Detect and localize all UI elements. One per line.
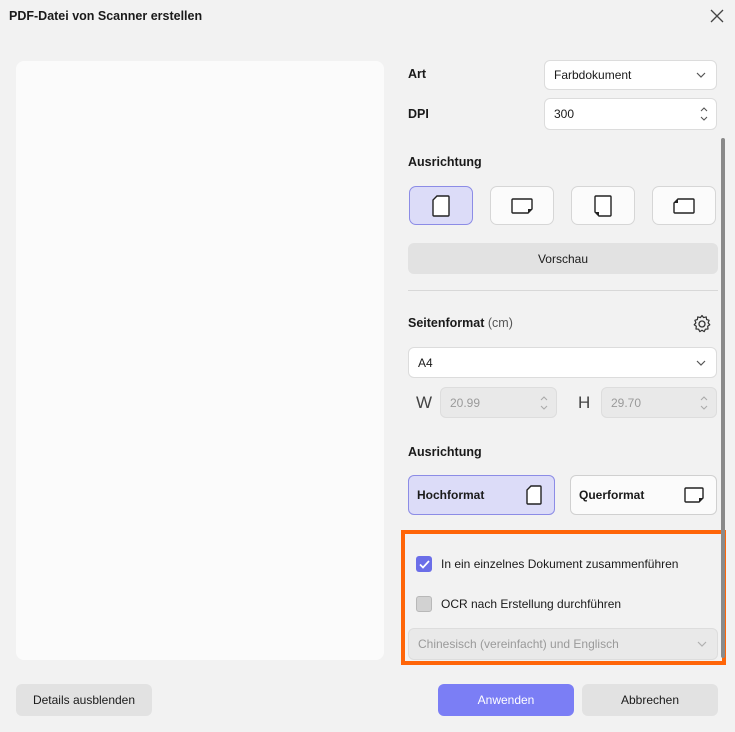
portrait-flipped-page-icon xyxy=(594,194,612,217)
landscape-page-icon xyxy=(511,197,533,214)
height-input[interactable]: 29.70 xyxy=(601,387,717,418)
window-title: PDF-Datei von Scanner erstellen xyxy=(9,9,203,23)
scan-orientation-label: Ausrichtung xyxy=(408,155,482,169)
page-size-select[interactable]: A4 xyxy=(408,347,717,378)
width-input[interactable]: 20.99 xyxy=(440,387,557,418)
landscape-flipped-page-icon xyxy=(673,197,695,214)
spin-arrows-icon xyxy=(700,395,708,410)
width-label: W xyxy=(416,393,433,412)
chevron-down-icon xyxy=(697,641,707,647)
spin-arrows-icon[interactable] xyxy=(700,106,708,122)
merge-checkbox-row[interactable]: In ein einzelnes Dokument zusammenführen xyxy=(416,556,678,572)
title-bar: PDF-Datei von Scanner erstellen xyxy=(0,0,735,34)
close-button[interactable] xyxy=(705,5,729,27)
height-value: 29.70 xyxy=(611,395,642,410)
width-value: 20.99 xyxy=(450,395,481,410)
page-format-title: Seitenformat xyxy=(408,316,485,330)
ocr-language-select[interactable]: Chinesisch (vereinfacht) und Englisch xyxy=(408,628,718,660)
preview-button[interactable]: Vorschau xyxy=(408,243,718,274)
ocr-language-value: Chinesisch (vereinfacht) und Englisch xyxy=(418,637,619,651)
close-icon xyxy=(710,9,724,23)
orientation-landscape-button[interactable] xyxy=(490,186,554,225)
landscape-format-label: Querformat xyxy=(579,488,645,502)
ocr-checkbox[interactable] xyxy=(416,596,432,612)
portrait-format-button[interactable]: Hochformat xyxy=(408,475,555,515)
type-value: Farbdokument xyxy=(554,68,632,82)
page-format-unit: (cm) xyxy=(487,316,513,330)
merge-label: In ein einzelnes Dokument zusammenführen xyxy=(441,557,679,571)
portrait-format-label: Hochformat xyxy=(417,488,485,502)
portrait-page-icon xyxy=(526,485,542,505)
checkmark-icon xyxy=(418,559,430,569)
scrollbar[interactable] xyxy=(721,138,725,658)
page-size-value: A4 xyxy=(418,355,433,370)
cancel-button[interactable]: Abbrechen xyxy=(582,684,718,716)
ocr-checkbox-row[interactable]: OCR nach Erstellung durchführen xyxy=(416,596,621,612)
orientation-portrait-button[interactable] xyxy=(409,186,473,225)
orientation-portrait-flipped-button[interactable] xyxy=(571,186,635,225)
apply-button[interactable]: Anwenden xyxy=(438,684,574,716)
orientation-landscape-flipped-button[interactable] xyxy=(652,186,716,225)
dpi-stepper[interactable]: 300 xyxy=(544,98,717,130)
ocr-label: OCR nach Erstellung durchführen xyxy=(441,597,622,611)
type-select[interactable]: Farbdokument xyxy=(544,60,717,90)
spin-arrows-icon xyxy=(540,395,548,410)
height-label: H xyxy=(578,393,591,412)
section-divider xyxy=(408,290,718,291)
page-format-settings-button[interactable] xyxy=(690,312,714,336)
page-format-label: Seitenformat (cm) xyxy=(408,316,513,330)
dpi-label: DPI xyxy=(408,107,429,121)
page-orientation-label: Ausrichtung xyxy=(408,445,482,459)
merge-checkbox[interactable] xyxy=(416,556,432,572)
type-label: Art xyxy=(408,67,427,81)
dpi-value: 300 xyxy=(554,107,575,121)
chevron-down-icon xyxy=(696,72,706,78)
chevron-down-icon xyxy=(696,360,706,366)
hide-details-button[interactable]: Details ausblenden xyxy=(16,684,152,716)
gear-icon xyxy=(693,314,711,333)
scan-preview-pane xyxy=(16,61,384,660)
portrait-page-icon xyxy=(432,194,450,217)
landscape-format-button[interactable]: Querformat xyxy=(570,475,717,515)
landscape-page-icon xyxy=(684,487,704,503)
